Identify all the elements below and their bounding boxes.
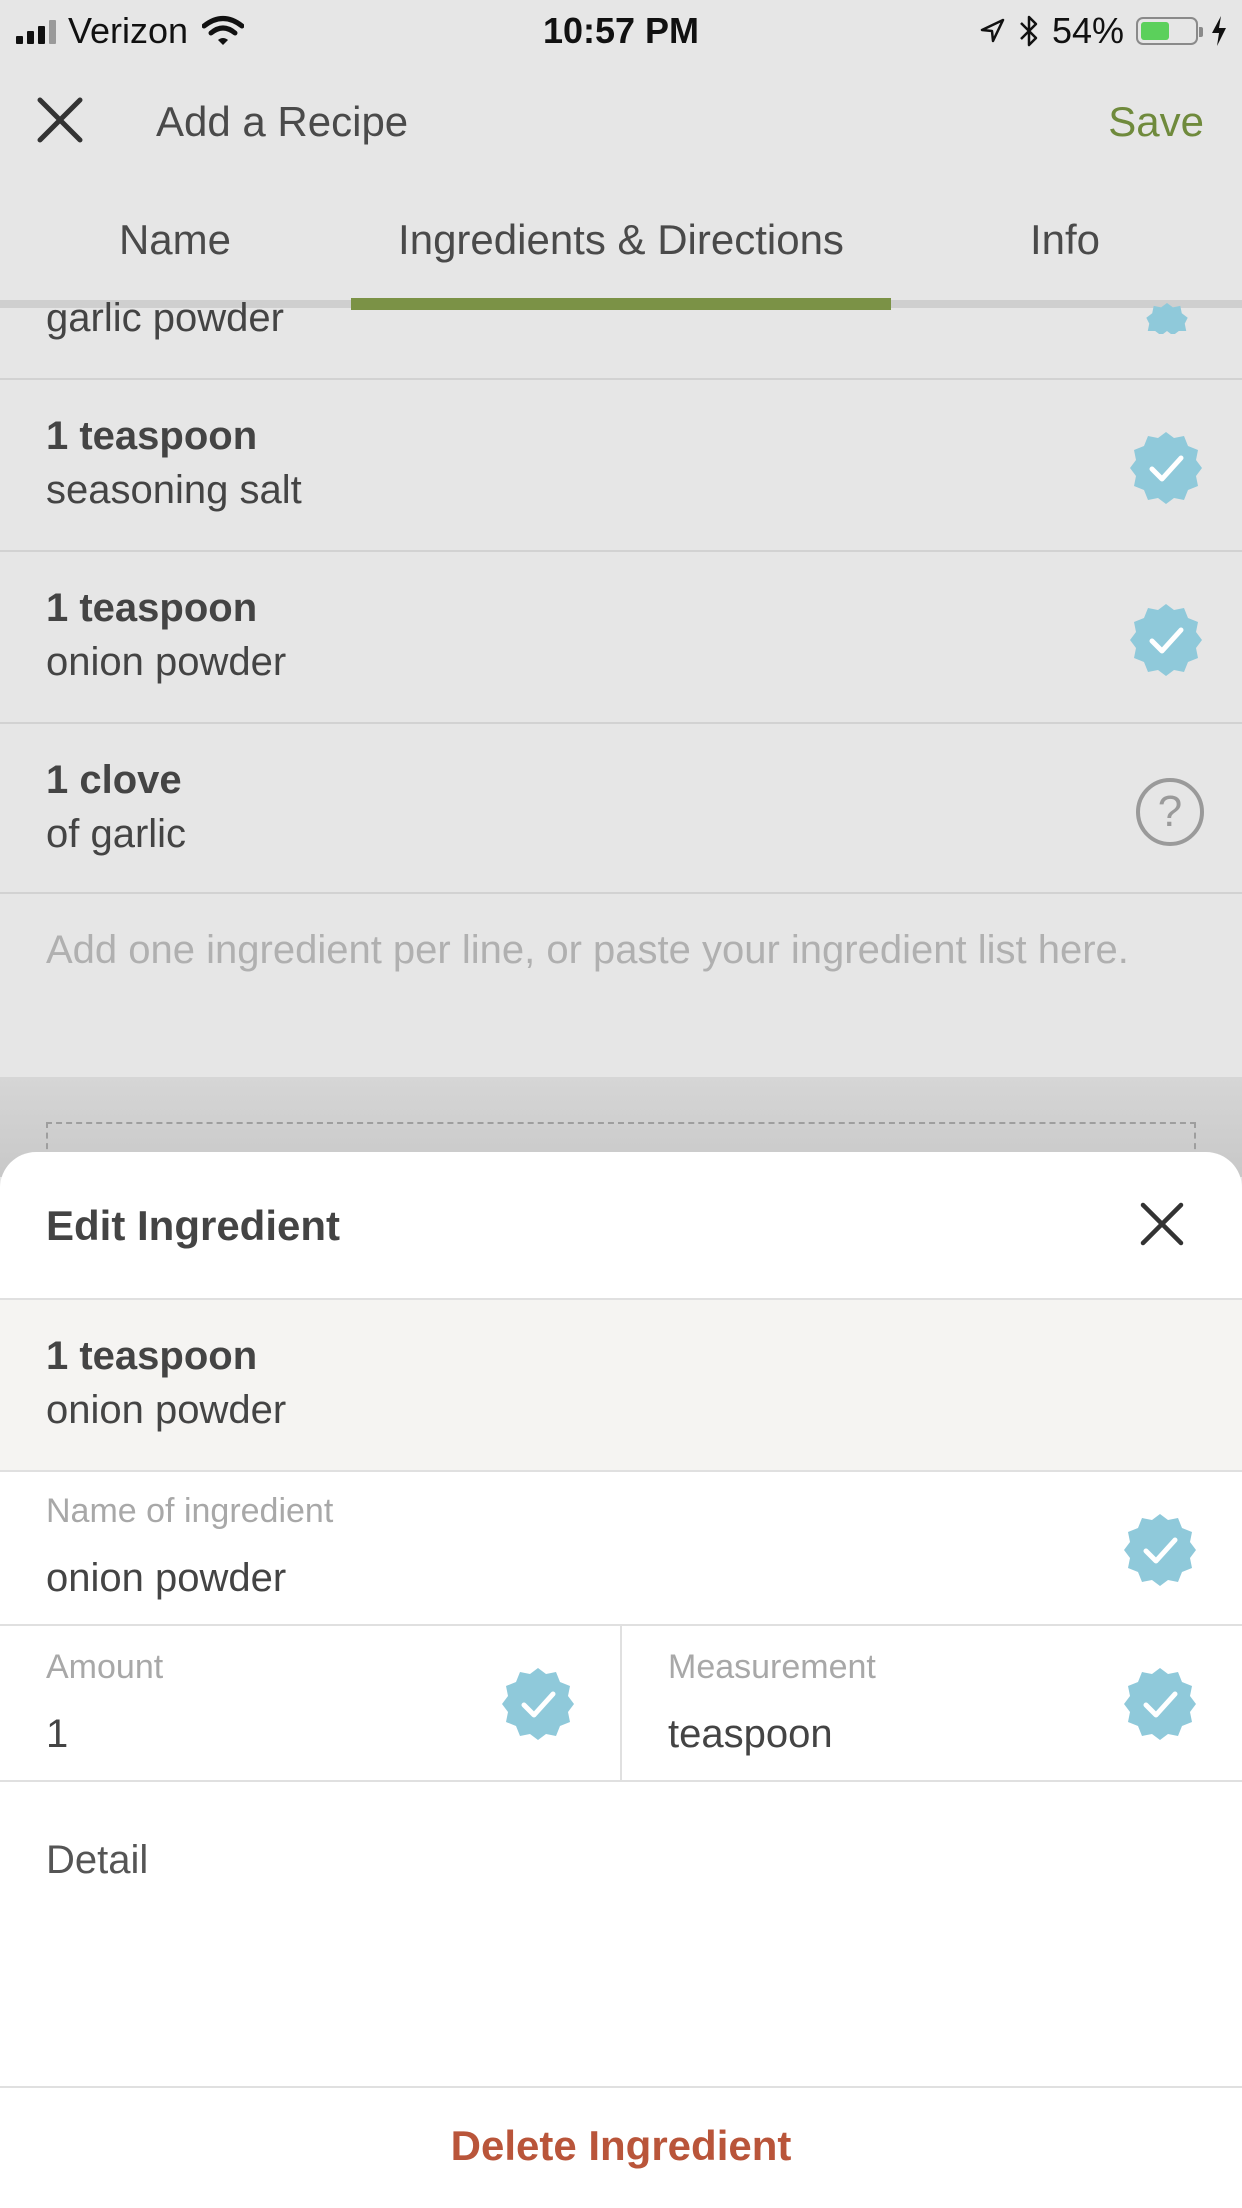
detail-field[interactable]: Detail xyxy=(46,1838,148,1883)
ingredient-row[interactable]: 1 clove of garlic ? xyxy=(0,722,1242,894)
location-arrow-icon xyxy=(980,18,1005,43)
nav-bar: Add a Recipe Save xyxy=(0,62,1242,182)
measurement-field-label: Measurement xyxy=(668,1648,876,1686)
verified-badge-icon xyxy=(1130,604,1202,676)
ingredient-name: of garlic xyxy=(46,812,187,856)
verified-badge-icon xyxy=(1130,432,1202,504)
save-button[interactable]: Save xyxy=(1108,98,1204,146)
amount-field-label: Amount xyxy=(46,1648,164,1686)
battery-level-fill xyxy=(1141,22,1169,40)
delete-ingredient-button[interactable]: Delete Ingredient xyxy=(0,2122,1242,2170)
ingredient-name: onion powder xyxy=(46,640,287,684)
ingredient-row[interactable]: 1 teaspoon seasoning salt xyxy=(0,378,1242,550)
verified-badge-icon xyxy=(502,1668,574,1740)
active-tab-indicator xyxy=(351,298,891,310)
battery-percent: 54% xyxy=(1051,10,1124,51)
ingredient-amount: 1 teaspoon xyxy=(46,414,258,458)
summary-name: onion powder xyxy=(46,1388,287,1432)
name-field-label: Name of ingredient xyxy=(46,1492,334,1530)
ingredient-row[interactable]: 1 teaspoon onion powder xyxy=(0,550,1242,722)
ingredient-amount: 1 teaspoon xyxy=(46,586,258,630)
summary-amount: 1 teaspoon xyxy=(46,1334,258,1378)
name-field-value[interactable]: onion powder xyxy=(46,1556,286,1601)
ingredient-input-placeholder[interactable]: Add one ingredient per line, or paste yo… xyxy=(46,928,1129,973)
verified-badge-icon xyxy=(1124,1668,1196,1740)
status-bar: Verizon 10:57 PM 54% xyxy=(0,0,1242,62)
close-icon[interactable] xyxy=(32,92,88,148)
divider xyxy=(0,2086,1242,2088)
ingredient-summary: 1 teaspoon onion powder xyxy=(0,1300,1242,1470)
tab-name[interactable]: Name xyxy=(60,216,290,264)
amount-field-value[interactable]: 1 xyxy=(46,1712,68,1757)
tab-bar: Name Ingredients & Directions Info xyxy=(0,182,1242,312)
charging-bolt-icon xyxy=(1212,16,1226,46)
ingredient-name: seasoning salt xyxy=(46,468,302,512)
field-divider xyxy=(620,1626,622,1780)
battery-icon xyxy=(1136,17,1203,45)
bluetooth-icon xyxy=(1020,15,1038,47)
page-title: Add a Recipe xyxy=(156,98,409,145)
status-right: 54% xyxy=(978,10,1228,52)
partial-ingredient-name: garlic powder xyxy=(46,296,284,340)
tab-ingredients-directions[interactable]: Ingredients & Directions xyxy=(351,216,891,264)
question-mark-icon: ? xyxy=(1136,778,1204,846)
close-icon[interactable] xyxy=(1140,1202,1184,1246)
sheet-title: Edit Ingredient xyxy=(46,1202,340,1249)
edit-ingredient-sheet: Edit Ingredient 1 teaspoon onion powder … xyxy=(0,1152,1242,2208)
verified-badge-icon xyxy=(1124,1514,1196,1586)
divider xyxy=(0,1470,1242,1472)
verified-badge-icon xyxy=(1146,302,1188,334)
tab-info[interactable]: Info xyxy=(960,216,1170,264)
divider xyxy=(0,1780,1242,1782)
ingredient-amount: 1 clove xyxy=(46,758,182,802)
measurement-field-value[interactable]: teaspoon xyxy=(668,1712,833,1757)
